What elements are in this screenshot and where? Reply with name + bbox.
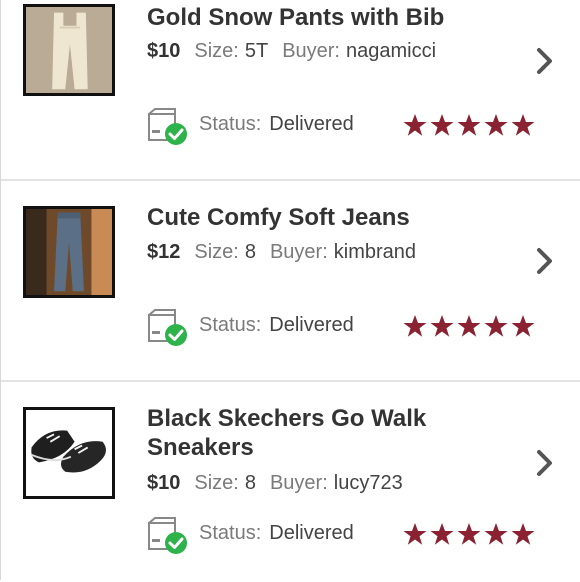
item-title: Black Skechers Go Walk Sneakers	[147, 405, 427, 461]
item-title: Cute Comfy Soft Jeans	[147, 204, 410, 231]
item-meta: $12 Size: 8 Buyer: kimbrand	[147, 241, 430, 264]
chevron-right-icon[interactable]	[534, 448, 556, 478]
sales-list: Gold Snow Pants with Bib $10 Size: 5T Buyer…	[0, 0, 580, 580]
item-meta: $10 Size: 5T Buyer: nagamicci	[147, 40, 450, 63]
star-icon	[430, 523, 454, 545]
item-price: $12	[147, 241, 181, 263]
star-icon	[430, 315, 454, 337]
item-size: 8	[244, 472, 256, 494]
list-item[interactable]: Cute Comfy Soft Jeans $12 Size: 8 Buyer: kim…	[1, 181, 580, 381]
star-icon	[457, 114, 481, 136]
item-title: Gold Snow Pants with Bib	[147, 4, 445, 31]
item-status: Status: Delivered	[199, 314, 354, 337]
star-icon	[511, 315, 535, 337]
star-icon	[511, 114, 535, 136]
item-buyer: kimbrand	[333, 241, 417, 263]
star-icon	[511, 523, 535, 545]
star-icon	[484, 315, 508, 337]
item-meta: $10 Size: 8 Buyer: lucy723	[147, 472, 417, 495]
rating-stars	[403, 113, 535, 137]
item-price: $10	[147, 40, 181, 62]
package-delivered-icon	[148, 517, 187, 554]
rating-stars	[403, 314, 535, 338]
item-buyer: lucy723	[333, 472, 403, 494]
buyer-label: Buyer:	[269, 472, 328, 494]
star-icon	[457, 315, 481, 337]
star-icon	[403, 523, 427, 545]
item-thumbnail	[23, 206, 115, 298]
buyer-label: Buyer:	[282, 40, 340, 62]
status-label: Status:	[199, 314, 262, 336]
size-label: Size:	[194, 241, 239, 263]
item-buyer: nagamicci	[346, 40, 437, 62]
status-value: Delivered	[269, 314, 354, 336]
package-delivered-icon	[148, 309, 187, 346]
item-size: 8	[244, 241, 256, 263]
item-status: Status: Delivered	[199, 113, 354, 136]
chevron-right-icon[interactable]	[534, 246, 556, 276]
item-thumbnail	[23, 407, 115, 499]
item-price: $10	[147, 472, 181, 494]
star-icon	[403, 114, 427, 136]
list-item[interactable]: Gold Snow Pants with Bib $10 Size: 5T Buyer…	[1, 0, 580, 200]
size-label: Size:	[194, 472, 239, 494]
item-size: 5T	[244, 40, 269, 62]
star-icon	[430, 114, 454, 136]
status-value: Delivered	[269, 113, 354, 135]
star-icon	[457, 523, 481, 545]
item-thumbnail	[23, 4, 115, 96]
package-delivered-icon	[148, 108, 187, 145]
chevron-right-icon[interactable]	[534, 46, 556, 76]
star-icon	[403, 315, 427, 337]
status-label: Status:	[199, 522, 262, 544]
item-status: Status: Delivered	[199, 522, 354, 545]
buyer-label: Buyer:	[269, 241, 328, 263]
star-icon	[484, 523, 508, 545]
star-icon	[484, 114, 508, 136]
status-value: Delivered	[269, 522, 354, 544]
status-label: Status:	[199, 113, 262, 135]
size-label: Size:	[194, 40, 239, 62]
list-item[interactable]: Black Skechers Go Walk Sneakers $10 Size:…	[1, 382, 580, 582]
rating-stars	[403, 522, 535, 546]
